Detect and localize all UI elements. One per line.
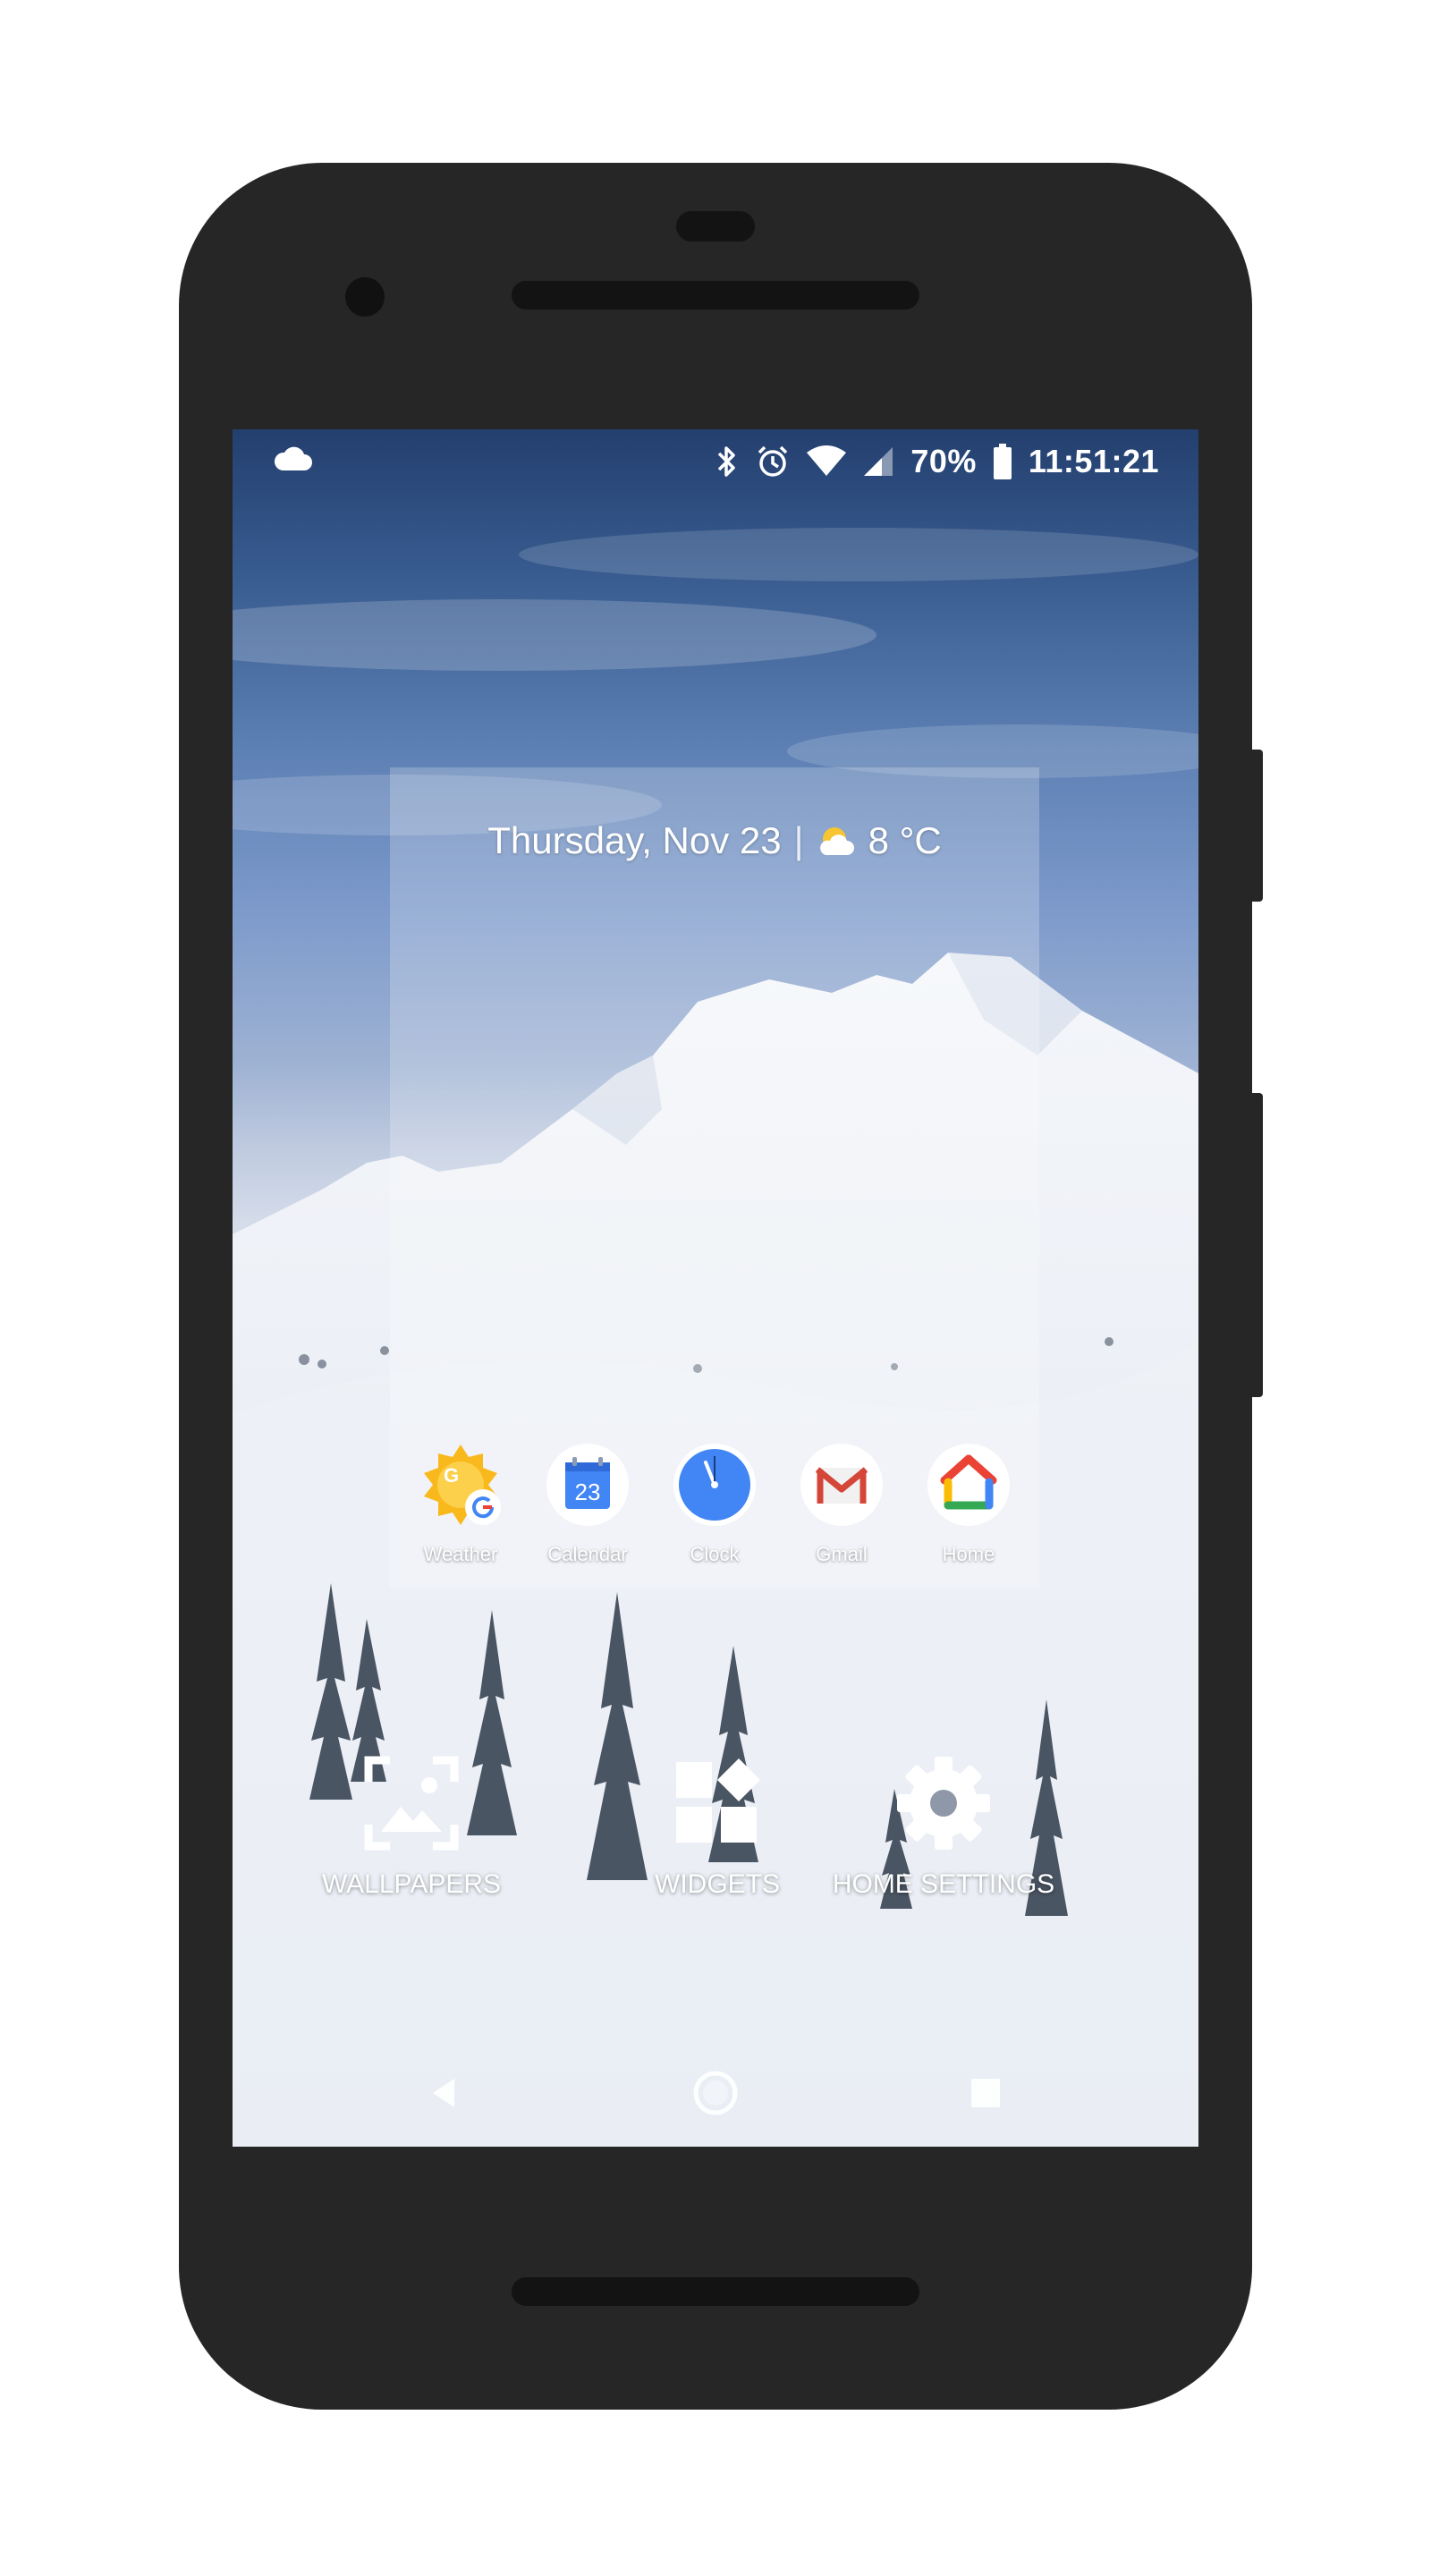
app-home[interactable]: Home [927, 1443, 1011, 1566]
home-screen-preview[interactable]: Thursday, Nov 23 | 8 °C G Weather 23 Cal… [390, 767, 1039, 1589]
app-clock[interactable]: Clock [673, 1443, 757, 1566]
home-options: WALLPAPERS WIDGETS HOME SETTINGS [233, 1755, 1198, 1916]
front-camera [345, 277, 385, 317]
bluetooth-icon [718, 446, 736, 477]
status-bar: 70% 11:51:21 [233, 429, 1198, 492]
app-label: Calendar [547, 1543, 628, 1565]
battery-percent: 70% [910, 443, 977, 479]
calendar-app-icon[interactable]: 23 [546, 1443, 630, 1527]
at-a-glance-widget[interactable]: Thursday, Nov 23 | 8 °C [390, 819, 1039, 862]
navigation-bar [233, 2048, 1198, 2147]
wifi-icon [807, 445, 847, 476]
app-label: Clock [690, 1543, 740, 1565]
option-label: HOME SETTINGS [832, 1869, 1055, 1899]
calendar-day: 23 [575, 1479, 601, 1505]
svg-text:G: G [444, 1464, 459, 1487]
widgets-button[interactable]: WIDGETS [646, 1755, 789, 1900]
partly-cloudy-icon [819, 827, 854, 855]
widgets-icon [676, 1758, 760, 1843]
cloud-icon [274, 446, 312, 470]
status-time: 11:51:21 [1028, 443, 1159, 479]
weather-app-icon[interactable]: G [419, 1443, 503, 1527]
app-dock: G Weather 23 Calendar Clock Gmail Home [390, 1443, 1039, 1566]
recents-icon[interactable] [968, 2075, 1003, 2111]
back-icon[interactable] [426, 2073, 461, 2113]
wallpaper-icon [364, 1756, 459, 1851]
app-label: Home [942, 1543, 995, 1565]
battery-icon [993, 444, 1012, 479]
signal-icon [864, 447, 893, 476]
option-label: WIDGETS [655, 1869, 780, 1899]
gmail-app-icon[interactable] [800, 1443, 884, 1527]
home-settings-button[interactable]: HOME SETTINGS [818, 1755, 1069, 1900]
top-earpiece [676, 211, 755, 242]
bottom-speaker [512, 2277, 919, 2306]
date-separator: | [793, 819, 804, 861]
home-app-icon[interactable] [927, 1443, 1011, 1527]
date-text: Thursday, Nov 23 [487, 819, 782, 861]
app-label: Gmail [816, 1543, 868, 1565]
app-weather[interactable]: G Weather [419, 1443, 503, 1566]
gear-icon [897, 1757, 990, 1850]
option-label: WALLPAPERS [321, 1869, 502, 1899]
wallpapers-button[interactable]: WALLPAPERS [313, 1755, 510, 1900]
app-gmail[interactable]: Gmail [800, 1443, 884, 1566]
home-icon[interactable] [690, 2068, 741, 2118]
clock-app-icon[interactable] [673, 1443, 757, 1527]
home-screen: 70% 11:51:21 Thursday, Nov 23 | 8 °C G W… [233, 429, 1198, 2147]
temperature-text: 8 °C [868, 819, 942, 861]
app-label: Weather [423, 1543, 498, 1565]
alarm-icon [758, 445, 788, 477]
app-calendar[interactable]: 23 Calendar [546, 1443, 630, 1566]
top-speaker [512, 281, 919, 309]
